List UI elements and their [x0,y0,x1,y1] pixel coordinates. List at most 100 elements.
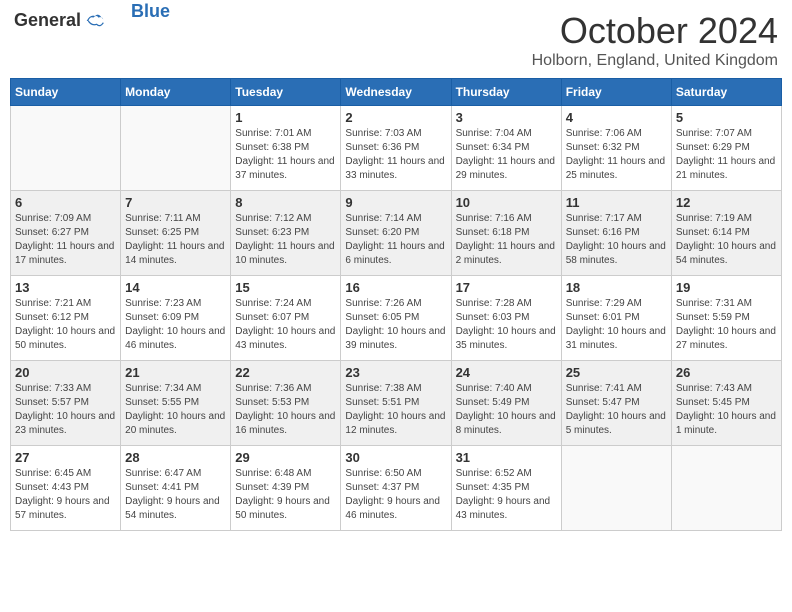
day-number: 19 [676,280,777,295]
day-number: 13 [15,280,116,295]
day-number: 31 [456,450,557,465]
day-info: Sunrise: 6:47 AMSunset: 4:41 PMDaylight:… [125,467,226,523]
day-info: Sunrise: 7:03 AMSunset: 6:36 PMDaylight:… [345,127,446,183]
calendar-cell: 7 Sunrise: 7:11 AMSunset: 6:25 PMDaylight… [121,191,231,276]
day-info: Sunrise: 7:07 AMSunset: 6:29 PMDaylight:… [676,127,777,183]
day-number: 8 [235,195,336,210]
calendar-header-wednesday: Wednesday [341,79,451,106]
calendar-cell: 4Sunrise: 7:06 AMSunset: 6:32 PMDaylight… [561,106,671,191]
day-info: Sunrise: 7:04 AMSunset: 6:34 PMDaylight:… [456,127,557,183]
calendar-cell [11,106,121,191]
day-number: 7 [125,195,226,210]
day-info: Sunrise: 7:33 AMSunset: 5:57 PMDaylight:… [15,382,116,438]
day-info: Sunrise: 7:11 AMSunset: 6:25 PMDaylight:… [125,212,226,268]
day-number: 3 [456,110,557,125]
calendar-header-saturday: Saturday [671,79,781,106]
calendar-cell: 26 Sunrise: 7:43 AMSunset: 5:45 PMDayligh… [671,361,781,446]
day-number: 12 [676,195,777,210]
calendar-header-sunday: Sunday [11,79,121,106]
day-info: Sunrise: 7:01 AMSunset: 6:38 PMDaylight:… [235,127,336,183]
day-info: Sunrise: 7:12 AMSunset: 6:23 PMDaylight:… [235,212,336,268]
header: General Blue October 2024 Holborn, Engla… [10,10,782,70]
calendar-cell: 20Sunrise: 7:33 AMSunset: 5:57 PMDayligh… [11,361,121,446]
calendar-cell: 23 Sunrise: 7:38 AMSunset: 5:51 PMDayligh… [341,361,451,446]
day-number: 11 [566,195,667,210]
day-number: 14 [125,280,226,295]
day-number: 17 [456,280,557,295]
day-info: Sunrise: 7:36 AMSunset: 5:53 PMDaylight:… [235,382,336,438]
day-info: Sunrise: 6:45 AMSunset: 4:43 PMDaylight:… [15,467,116,523]
calendar-table: SundayMondayTuesdayWednesdayThursdayFrid… [10,78,782,531]
day-info: Sunrise: 7:24 AMSunset: 6:07 PMDaylight:… [235,297,336,353]
day-number: 22 [235,365,336,380]
logo: General Blue [14,10,170,31]
day-number: 2 [345,110,446,125]
day-number: 26 [676,365,777,380]
calendar-cell: 19 Sunrise: 7:31 AMSunset: 5:59 PMDayligh… [671,276,781,361]
logo-text-blue: Blue [131,1,170,22]
day-info: Sunrise: 7:43 AMSunset: 5:45 PMDaylight:… [676,382,777,438]
calendar-cell: 13 Sunrise: 7:21 AMSunset: 6:12 PMDayligh… [11,276,121,361]
day-info: Sunrise: 6:48 AMSunset: 4:39 PMDaylight:… [235,467,336,523]
calendar-header-friday: Friday [561,79,671,106]
day-number: 6 [15,195,116,210]
calendar-week-row: 6 Sunrise: 7:09 AMSunset: 6:27 PMDaylight… [11,191,782,276]
calendar-cell: 1Sunrise: 7:01 AMSunset: 6:38 PMDaylight… [231,106,341,191]
calendar-week-row: 13 Sunrise: 7:21 AMSunset: 6:12 PMDayligh… [11,276,782,361]
calendar-cell: 30 Sunrise: 6:50 AMSunset: 4:37 PMDayligh… [341,446,451,531]
calendar-cell: 5Sunrise: 7:07 AMSunset: 6:29 PMDaylight… [671,106,781,191]
calendar-cell: 3 Sunrise: 7:04 AMSunset: 6:34 PMDaylight… [451,106,561,191]
day-info: Sunrise: 7:23 AMSunset: 6:09 PMDaylight:… [125,297,226,353]
calendar-cell: 24 Sunrise: 7:40 AMSunset: 5:49 PMDayligh… [451,361,561,446]
day-info: Sunrise: 7:26 AMSunset: 6:05 PMDaylight:… [345,297,446,353]
logo-icon [85,11,105,31]
title-area: October 2024 Holborn, England, United Ki… [532,10,778,70]
calendar-cell: 28Sunrise: 6:47 AMSunset: 4:41 PMDayligh… [121,446,231,531]
calendar-header-tuesday: Tuesday [231,79,341,106]
day-number: 27 [15,450,116,465]
day-info: Sunrise: 7:29 AMSunset: 6:01 PMDaylight:… [566,297,667,353]
day-info: Sunrise: 7:09 AMSunset: 6:27 PMDaylight:… [15,212,116,268]
calendar-cell: 8 Sunrise: 7:12 AMSunset: 6:23 PMDaylight… [231,191,341,276]
day-number: 16 [345,280,446,295]
day-info: Sunrise: 7:16 AMSunset: 6:18 PMDaylight:… [456,212,557,268]
day-info: Sunrise: 7:31 AMSunset: 5:59 PMDaylight:… [676,297,777,353]
location-title: Holborn, England, United Kingdom [532,52,778,70]
calendar-cell [121,106,231,191]
day-info: Sunrise: 7:40 AMSunset: 5:49 PMDaylight:… [456,382,557,438]
day-number: 18 [566,280,667,295]
day-info: Sunrise: 7:19 AMSunset: 6:14 PMDaylight:… [676,212,777,268]
calendar-cell: 25Sunrise: 7:41 AMSunset: 5:47 PMDayligh… [561,361,671,446]
day-info: Sunrise: 7:17 AMSunset: 6:16 PMDaylight:… [566,212,667,268]
calendar-week-row: 27 Sunrise: 6:45 AMSunset: 4:43 PMDayligh… [11,446,782,531]
day-number: 9 [345,195,446,210]
calendar-cell: 2 Sunrise: 7:03 AMSunset: 6:36 PMDaylight… [341,106,451,191]
calendar-cell: 27 Sunrise: 6:45 AMSunset: 4:43 PMDayligh… [11,446,121,531]
calendar-cell [671,446,781,531]
day-number: 29 [235,450,336,465]
calendar-cell [561,446,671,531]
logo-text-general: General [14,10,81,31]
day-number: 4 [566,110,667,125]
month-title: October 2024 [532,10,778,52]
day-number: 21 [125,365,226,380]
day-number: 30 [345,450,446,465]
calendar-cell: 21 Sunrise: 7:34 AMSunset: 5:55 PMDayligh… [121,361,231,446]
calendar-cell: 11 Sunrise: 7:17 AMSunset: 6:16 PMDayligh… [561,191,671,276]
day-info: Sunrise: 7:34 AMSunset: 5:55 PMDaylight:… [125,382,226,438]
day-info: Sunrise: 7:14 AMSunset: 6:20 PMDaylight:… [345,212,446,268]
calendar-header-row: SundayMondayTuesdayWednesdayThursdayFrid… [11,79,782,106]
day-info: Sunrise: 7:21 AMSunset: 6:12 PMDaylight:… [15,297,116,353]
day-number: 25 [566,365,667,380]
calendar-cell: 17 Sunrise: 7:28 AMSunset: 6:03 PMDayligh… [451,276,561,361]
day-number: 23 [345,365,446,380]
calendar-cell: 10Sunrise: 7:16 AMSunset: 6:18 PMDayligh… [451,191,561,276]
calendar-week-row: 1Sunrise: 7:01 AMSunset: 6:38 PMDaylight… [11,106,782,191]
calendar-cell: 29 Sunrise: 6:48 AMSunset: 4:39 PMDayligh… [231,446,341,531]
day-info: Sunrise: 7:38 AMSunset: 5:51 PMDaylight:… [345,382,446,438]
day-info: Sunrise: 7:28 AMSunset: 6:03 PMDaylight:… [456,297,557,353]
calendar-cell: 18 Sunrise: 7:29 AMSunset: 6:01 PMDayligh… [561,276,671,361]
day-info: Sunrise: 6:50 AMSunset: 4:37 PMDaylight:… [345,467,446,523]
day-number: 24 [456,365,557,380]
calendar-week-row: 20Sunrise: 7:33 AMSunset: 5:57 PMDayligh… [11,361,782,446]
